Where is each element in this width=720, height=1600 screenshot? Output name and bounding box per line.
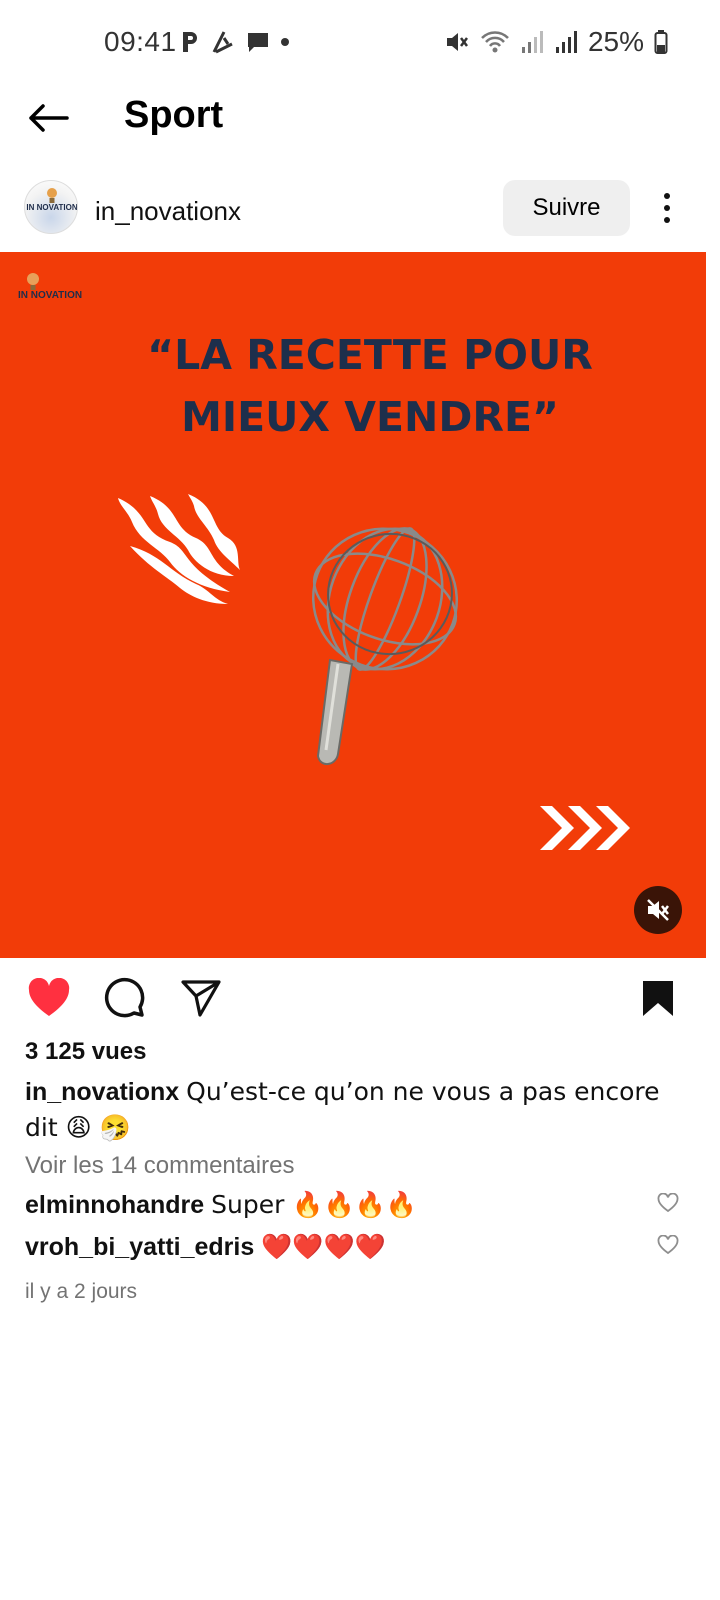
brand-logo: IN NOVATION <box>18 272 98 308</box>
bookmark-filled-icon <box>643 981 673 1016</box>
wifi-icon <box>481 31 509 53</box>
comment-icon <box>104 977 145 1018</box>
dot-icon <box>281 38 289 46</box>
more-options-button[interactable] <box>652 186 682 230</box>
post-header: IN NOVATION in_novationx Suivre <box>0 176 720 240</box>
save-button[interactable] <box>634 974 682 1022</box>
volume-off-icon <box>647 899 669 921</box>
comment-username[interactable]: vroh_bi_yatti_edris <box>25 1233 254 1261</box>
signal-icon <box>555 31 577 53</box>
post-username[interactable]: in_novationx <box>95 196 241 227</box>
battery-icon <box>654 30 668 54</box>
heart-filled-icon <box>28 978 70 1016</box>
caption-username[interactable]: in_novationx <box>25 1078 179 1106</box>
arrow-left-icon <box>29 104 69 132</box>
brand-logo-text: IN NOVATION <box>18 290 83 301</box>
heart-outline-icon <box>657 1193 679 1213</box>
whisk-image <box>311 527 459 765</box>
page-title: Sport <box>124 94 224 136</box>
dot <box>664 193 670 199</box>
comment-item: elminnohandre Super 🔥🔥🔥🔥 <box>25 1190 645 1220</box>
top-bar: Sport <box>0 86 720 150</box>
comment-text: Super 🔥🔥🔥🔥 <box>211 1190 417 1219</box>
swirl-decoration <box>118 494 240 604</box>
comment-button[interactable] <box>101 974 149 1022</box>
back-button[interactable] <box>26 96 70 140</box>
battery-percent: 25% <box>587 26 644 57</box>
mute-button[interactable] <box>634 886 682 934</box>
dot <box>664 205 670 211</box>
heart-outline-icon <box>657 1235 679 1255</box>
media-headline: “LA RECETTE POUR MIEUX VENDRE” <box>0 324 706 448</box>
mute-icon <box>446 33 468 51</box>
status-system-icons: 25% <box>444 26 668 58</box>
like-button[interactable] <box>25 974 73 1022</box>
headline-line: “LA RECETTE POUR <box>147 331 593 379</box>
send-icon <box>181 980 221 1017</box>
headline-line: MIEUX VENDRE” <box>181 393 559 441</box>
parking-icon <box>183 32 197 52</box>
view-count: 3 125 vues <box>25 1038 147 1065</box>
signal-icon <box>521 31 543 53</box>
status-bar: 09:41 25% <box>0 0 720 86</box>
status-time: 09:41 <box>104 26 177 57</box>
share-button[interactable] <box>177 974 225 1022</box>
dot <box>664 217 670 223</box>
post-caption: in_novationx Qu’est-ce qu’on ne vous a p… <box>25 1074 685 1146</box>
comment-like-button[interactable] <box>656 1192 680 1214</box>
lightbulb-icon <box>27 273 39 290</box>
comment-like-button[interactable] <box>656 1234 680 1256</box>
flag-icon <box>212 31 233 54</box>
comment-text: ❤️❤️❤️❤️ <box>261 1232 386 1261</box>
chat-icon <box>248 33 268 52</box>
status-notification-icons <box>180 26 290 58</box>
post-actions <box>0 972 720 1022</box>
view-all-comments-link[interactable]: Voir les 14 commentaires <box>25 1152 294 1180</box>
post-media[interactable]: IN NOVATION “LA RECETTE POUR MIEUX VENDR… <box>0 252 706 958</box>
comment-username[interactable]: elminnohandre <box>25 1191 204 1219</box>
post-timestamp: il y a 2 jours <box>25 1280 138 1303</box>
avatar[interactable]: IN NOVATION <box>24 180 78 234</box>
next-arrows-icon <box>540 806 630 850</box>
follow-button[interactable]: Suivre <box>503 180 630 236</box>
comment-item: vroh_bi_yatti_edris ❤️❤️❤️❤️ <box>25 1232 645 1262</box>
avatar-label: IN NOVATION <box>26 203 78 212</box>
